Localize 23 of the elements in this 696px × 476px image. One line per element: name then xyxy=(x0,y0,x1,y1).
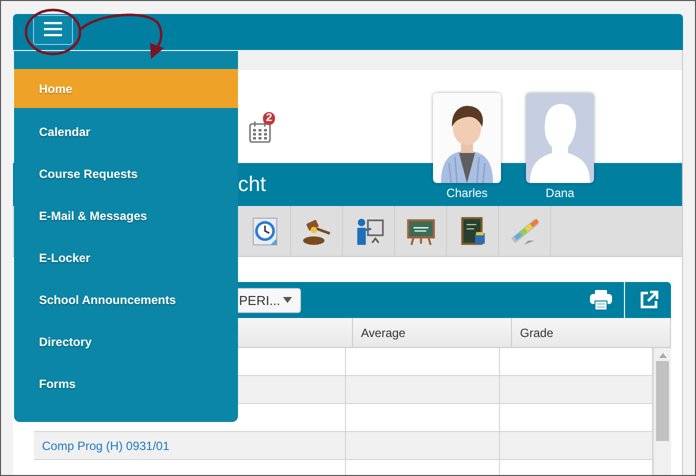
calendar-icon[interactable] xyxy=(248,120,272,144)
menu-icon xyxy=(44,22,62,37)
student-name: cht xyxy=(238,172,266,196)
menu-item[interactable]: Directory xyxy=(14,321,238,363)
column-header[interactable]: Average xyxy=(353,318,512,347)
count-badge: 2 xyxy=(263,112,276,125)
scrollbar[interactable] xyxy=(653,348,671,475)
column-header[interactable]: Grade xyxy=(512,318,671,347)
menu-item[interactable]: School Announcements xyxy=(14,279,238,321)
menu-item[interactable]: E-Mail & Messages xyxy=(14,195,238,237)
sibling-name[interactable]: Dana xyxy=(546,186,574,200)
menu-item[interactable]: Calendar xyxy=(14,111,238,153)
sibling-name[interactable]: Charles xyxy=(446,186,488,200)
menu-item[interactable]: Home xyxy=(14,69,238,108)
marking-period-dropdown[interactable]: PERI... xyxy=(238,288,301,312)
menu-button[interactable] xyxy=(33,14,73,44)
print-icon[interactable] xyxy=(590,290,612,310)
table-cell[interactable]: Comp Prog (H) 0931/01 xyxy=(42,438,170,452)
caret-icon xyxy=(283,297,292,303)
external-link-icon[interactable] xyxy=(639,290,659,310)
menu-item[interactable]: E-Locker xyxy=(14,237,238,279)
menu-item[interactable]: Course Requests xyxy=(14,153,238,195)
menu-item[interactable]: Forms xyxy=(14,363,238,405)
